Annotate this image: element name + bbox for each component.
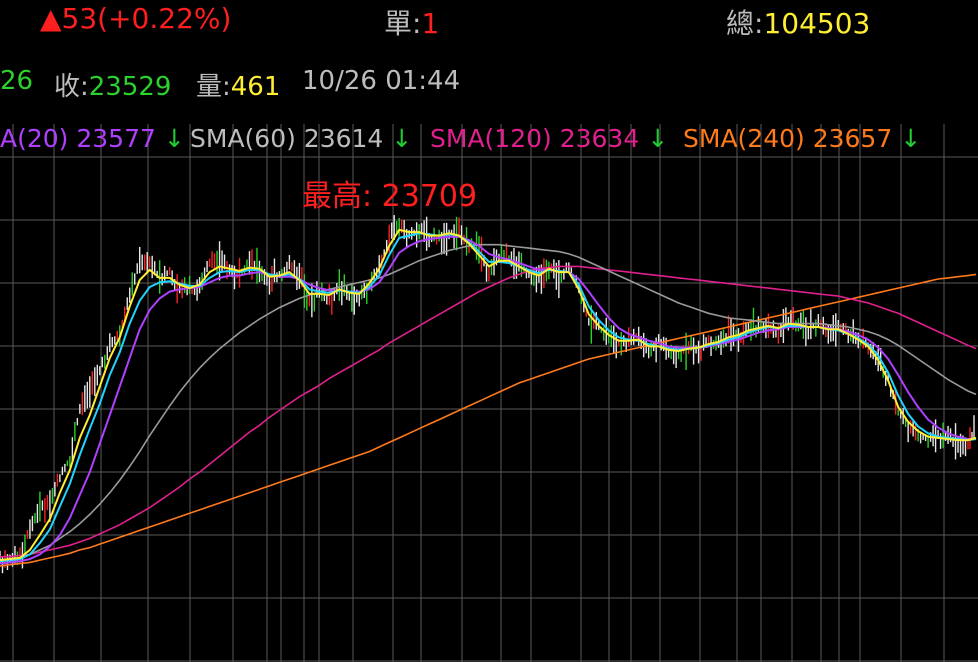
sma-lines xyxy=(0,228,977,567)
volume: 量:461 xyxy=(196,72,281,102)
timestamp: 10/26 01:44 xyxy=(302,66,461,96)
down-arrow-icon: ↓ xyxy=(647,124,669,153)
sma20-line xyxy=(0,235,976,565)
price-bars xyxy=(0,215,975,574)
sma20-legend: A(20) 23577 ↓ xyxy=(0,124,185,153)
change-value: ▲53(+0.22%) xyxy=(40,2,232,35)
single-quantity: 單:1 xyxy=(384,7,440,40)
close-price: 收:23529 xyxy=(54,72,172,102)
sma120-legend: SMA(120) 23634 ↓ xyxy=(430,124,669,153)
total-volume: 總:104503 xyxy=(726,7,871,40)
down-arrow-icon: ↓ xyxy=(900,124,922,153)
up-arrow-icon: ▲ xyxy=(40,2,62,35)
sma120-line xyxy=(0,265,977,558)
sma240-legend: SMA(240) 23657 ↓ xyxy=(683,124,922,153)
high-label: 最高: 23709 xyxy=(302,179,478,214)
prev-value-tail: 26 xyxy=(0,66,34,96)
sma60-legend: SMA(60) 23614 ↓ xyxy=(190,124,413,153)
chart-grid xyxy=(0,124,978,662)
down-arrow-icon: ↓ xyxy=(391,124,413,153)
sma5-line xyxy=(0,228,977,562)
down-arrow-icon: ↓ xyxy=(163,124,185,153)
